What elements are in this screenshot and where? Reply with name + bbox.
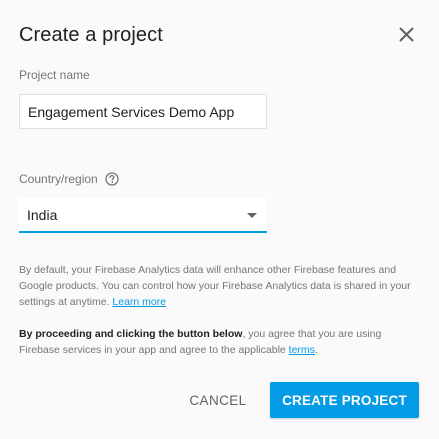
terms-link[interactable]: terms: [289, 344, 315, 356]
country-label-row: Country/region: [19, 172, 119, 186]
country-select[interactable]: India: [19, 198, 267, 233]
country-label: Country/region: [19, 172, 98, 186]
dialog-title: Create a project: [19, 24, 163, 46]
terms-notice-end: .: [314, 344, 318, 356]
project-name-label: Project name: [19, 68, 90, 82]
analytics-notice: By default, your Firebase Analytics data…: [19, 262, 424, 310]
terms-notice-bold: By proceeding and clicking the button be…: [19, 328, 243, 340]
terms-notice: By proceeding and clicking the button be…: [19, 326, 424, 358]
create-project-dialog: Create a project Project name Country/re…: [0, 0, 439, 439]
cancel-button[interactable]: CANCEL: [182, 382, 254, 418]
analytics-notice-text: By default, your Firebase Analytics data…: [19, 264, 411, 308]
country-selected-value: India: [27, 207, 58, 223]
dropdown-arrow-icon: [247, 213, 257, 218]
help-circle-icon[interactable]: [105, 172, 119, 186]
learn-more-link[interactable]: Learn more: [112, 296, 166, 308]
create-project-button[interactable]: CREATE PROJECT: [270, 382, 419, 418]
project-name-field-wrapper: [19, 94, 267, 129]
close-icon[interactable]: [398, 26, 415, 43]
project-name-input[interactable]: [20, 95, 266, 128]
